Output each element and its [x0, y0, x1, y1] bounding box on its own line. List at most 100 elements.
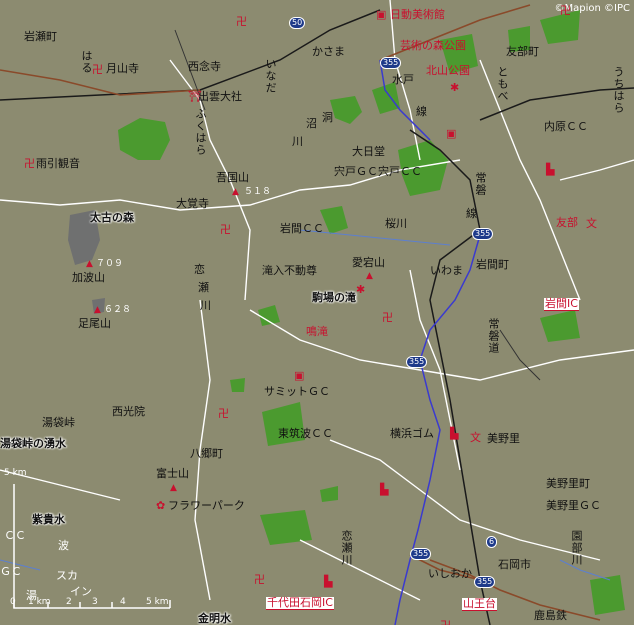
label-hora: 洞	[322, 111, 333, 124]
place-mito[interactable]: 水戸	[392, 74, 414, 86]
place-atagoyama[interactable]: 愛宕山	[352, 257, 385, 269]
place-narutaki[interactable]: 鳴滝	[306, 326, 328, 338]
scale-label: 5 km	[4, 468, 27, 478]
partial-label: イン	[70, 585, 92, 598]
temple-icon: 卍	[560, 4, 571, 17]
label-haru: はる	[80, 50, 93, 74]
spot-yubukuro[interactable]: 湯袋峠の湧水	[0, 438, 66, 450]
peak-icon: ▲	[86, 259, 93, 269]
flower-icon: ✿	[156, 499, 166, 512]
museum-icon: ▣	[376, 8, 387, 21]
temple-icon: 卍	[220, 223, 231, 236]
label-numa: 沼	[306, 117, 317, 130]
place-izumo[interactable]: 出雲大社	[198, 91, 242, 103]
place-nichido[interactable]: 日動美術館	[390, 9, 445, 21]
place-agakuniyama[interactable]: 吾国山	[216, 172, 249, 184]
factory-icon: ▙	[546, 163, 555, 176]
museum-icon: ▣	[294, 369, 305, 382]
place-shishido[interactable]: 宍戸ＧＣ宍戸ＣＣ	[334, 166, 422, 178]
peak-icon: ▲	[94, 305, 101, 315]
place-dainichido[interactable]: 大日堂	[352, 146, 385, 158]
place-ashiosan[interactable]: 足尾山	[78, 318, 111, 330]
peak-icon: ▲	[170, 483, 177, 493]
place-geijutsu[interactable]: 芸術の森公園	[400, 40, 466, 52]
place-uchihara[interactable]: 内原ＣＣ	[544, 121, 588, 133]
label-joban-do: 常磐道	[487, 318, 500, 354]
label-joban: 常磐	[474, 172, 487, 196]
label-koi: 恋	[194, 263, 205, 276]
scale-label: 2	[66, 597, 72, 607]
map-canvas[interactable]: ©Mapion ©IPC 岩瀬町 かさま 友部町 西念寺 月山寺 出雲大社 水戸…	[0, 0, 634, 625]
ic-iwama[interactable]: 岩間IC	[544, 298, 579, 311]
shrine-icon: ⛩	[188, 90, 202, 103]
peak-icon: ▲	[366, 271, 373, 281]
place-yasato[interactable]: 八郷町	[190, 448, 223, 460]
museum-icon: ▣	[446, 127, 457, 140]
place-takiiri[interactable]: 滝入不動尊	[262, 265, 317, 277]
school-icon: 文	[586, 217, 597, 230]
factory-icon: ▙	[450, 427, 459, 440]
boundaries	[174, 29, 541, 381]
scale-label: 0	[10, 597, 16, 607]
spot-komaba[interactable]: 駒場の滝	[312, 292, 356, 304]
scale-bar	[13, 484, 171, 609]
place-kashima[interactable]: 鹿島鉄	[534, 610, 567, 622]
ic-sannodai[interactable]: 山王台	[462, 598, 497, 611]
label-kawa: 川	[292, 135, 303, 148]
place-tomobe-town[interactable]: 友部町	[506, 46, 539, 58]
scale-label: 4	[120, 597, 126, 607]
place-flowerpark[interactable]: フラワーパーク	[168, 500, 245, 512]
park-icon: ✱	[356, 283, 366, 296]
place-sakuragawa: 桜川	[385, 217, 407, 230]
temple-icon: 卍	[218, 407, 229, 420]
factory-icon: ▙	[380, 483, 389, 496]
place-higashitsukuba[interactable]: 東筑波ＣＣ	[278, 428, 333, 440]
place-yuhukurotoge[interactable]: 湯袋峠	[42, 417, 75, 429]
place-gassanji[interactable]: 月山寺	[106, 63, 139, 75]
route-shield: 50	[289, 17, 306, 29]
scale-label: 5 km	[146, 597, 169, 607]
route-shield: 355	[474, 576, 496, 588]
place-ishioka-hira: いしおか	[428, 567, 472, 580]
place-iwama-town[interactable]: 岩間町	[476, 259, 509, 271]
elev-agakuni: ５１８	[244, 187, 272, 197]
place-minorisato[interactable]: 美野里	[487, 433, 520, 445]
route-shield: 6	[486, 536, 498, 548]
school-icon: 文	[470, 431, 481, 444]
spot-kinmeishui[interactable]: 金明水	[198, 613, 231, 625]
place-daikakuji[interactable]: 大覚寺	[176, 198, 209, 210]
label-koise-gawa: 恋瀬川	[340, 530, 353, 566]
place-minorisato-town[interactable]: 美野里町	[546, 478, 590, 490]
place-sammit[interactable]: サミットＧＣ	[264, 386, 330, 398]
spot-shiheisui[interactable]: 紫貴水	[32, 514, 65, 526]
partial-label: ＣＣ	[4, 529, 26, 542]
place-saikoin[interactable]: 西光院	[112, 406, 145, 418]
label-se: 瀬	[198, 281, 209, 294]
label-sen2: 線	[466, 207, 477, 220]
place-yokohama[interactable]: 横浜ゴム	[390, 428, 434, 440]
place-kitayama[interactable]: 北山公園	[426, 65, 470, 77]
route-shield: 355	[380, 57, 402, 69]
partial-label: ＧＣ	[0, 565, 22, 578]
spot-taiko[interactable]: 太古の森	[90, 212, 134, 224]
place-iwase[interactable]: 岩瀬町	[24, 31, 57, 43]
place-fujisan[interactable]: 富士山	[156, 468, 189, 480]
ic-chiyoda[interactable]: 千代田石岡IC	[266, 597, 334, 610]
place-kasama[interactable]: かさま	[312, 46, 345, 58]
place-nishinenji[interactable]: 西念寺	[188, 61, 221, 73]
temple-icon: 卍	[24, 157, 35, 170]
place-kabasan[interactable]: 加波山	[72, 272, 105, 284]
partial-label: スカ	[56, 569, 78, 582]
label-uchihara-v: うちはら	[612, 66, 625, 114]
place-amebiki[interactable]: 雨引観音	[36, 158, 80, 170]
temple-icon: 卍	[92, 63, 103, 76]
place-iwama-cc[interactable]: 岩間ＣＣ	[280, 223, 324, 235]
place-ishioka[interactable]: 石岡市	[498, 559, 531, 571]
temple-icon: 卍	[236, 15, 247, 28]
temple-icon: 卍	[254, 573, 265, 586]
place-minorisato-gc[interactable]: 美野里ＧＣ	[546, 500, 601, 512]
park-icon: ✱	[450, 81, 460, 94]
ic-tomobe[interactable]: 友部	[556, 217, 578, 229]
route-shield: 355	[472, 228, 494, 240]
peak-icon: ▲	[232, 187, 239, 197]
